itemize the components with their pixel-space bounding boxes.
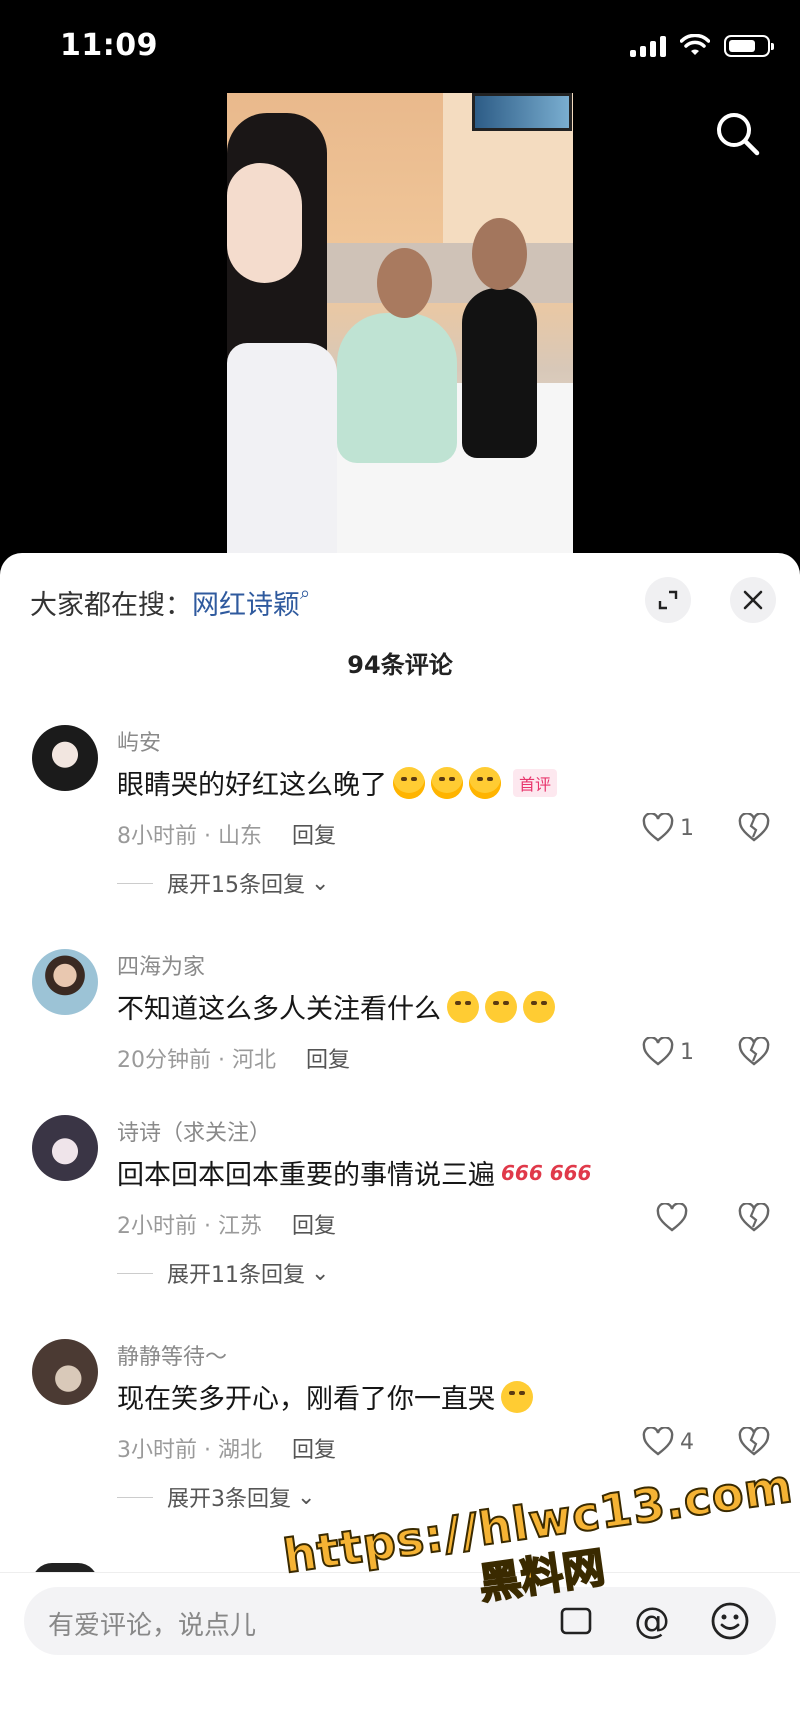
smiley-icon [711,1602,749,1640]
expand-icon [658,590,678,610]
comment-username[interactable]: 四海为家 [117,949,205,981]
crying-emoji-icon [469,766,501,799]
comment-meta: 2小时前 · 江苏 回复 [117,1214,336,1239]
comment-text: 回本回本回本重要的事情说三遍 666 666 [117,1160,592,1191]
small-search-icon: ⌕ [300,583,311,604]
expand-replies-button[interactable]: 展开3条回复 ⌄ [117,1481,315,1513]
image-button[interactable] [554,1599,598,1643]
grinning-emoji-icon [501,1380,533,1413]
mention-button[interactable]: @ [630,1599,674,1643]
first-comment-badge: 首评 [513,768,558,797]
person-black-shirt [462,288,537,458]
search-icon [717,113,760,156]
like-button[interactable]: 1 [642,1037,694,1067]
status-bar: 11:09 [0,0,800,92]
crying-emoji-icon [431,766,463,799]
emoji-button[interactable] [708,1599,752,1643]
like-count: 1 [680,1039,694,1065]
like-button[interactable] [656,1203,694,1233]
like-button[interactable]: 4 [642,1427,694,1457]
avatar[interactable] [32,1339,98,1405]
status-icons [630,34,774,58]
comment-text: 不知道这么多人关注看什么 [117,987,555,1026]
chevron-down-icon: ⌄ [297,1484,316,1510]
comment-text: 现在笑多开心，刚看了你一直哭 [117,1377,533,1416]
status-time: 11:09 [60,28,158,63]
video-player[interactable] [227,93,573,553]
image-icon [560,1607,592,1635]
hot-search-bar[interactable]: 大家都在搜：网红诗颖⌕ [30,583,310,622]
crying-emoji-icon [393,766,425,799]
search-button[interactable] [712,108,764,160]
dislike-button[interactable] [738,812,770,847]
person-green-jacket [337,313,457,463]
comment-meta: 20分钟前 · 河北 回复 [117,1048,350,1073]
comment-count: 94条评论 [347,651,453,679]
like-button[interactable]: 1 [642,813,694,843]
heart-icon [656,1203,688,1232]
comment-username[interactable]: 静静等待～ [117,1339,227,1371]
comment-username[interactable]: 屿安 [117,725,161,757]
laughing-crying-emoji-icon [485,990,517,1023]
hot-search-keyword[interactable]: 网红诗颖 [192,590,300,621]
heart-icon [642,1427,674,1456]
broken-heart-icon [738,1202,770,1232]
laughing-crying-emoji-icon [447,990,479,1023]
broken-heart-icon [738,1426,770,1456]
at-icon: @ [634,1600,670,1642]
chevron-down-icon: ⌄ [311,1260,330,1286]
expand-replies-button[interactable]: 展开11条回复 ⌄ [117,1257,329,1289]
laughing-crying-emoji-icon [523,990,555,1023]
comment-meta: 3小时前 · 湖北 回复 [117,1438,336,1463]
reply-button[interactable]: 回复 [306,1048,350,1073]
comment-input-bar: 有爱评论，说点儿 @ [0,1572,800,1732]
666-emoji-icon: 666 666 [501,1160,592,1185]
cellular-signal-icon [630,35,666,57]
like-count: 1 [680,815,694,841]
dislike-button[interactable] [738,1036,770,1071]
avatar[interactable] [32,949,98,1015]
reply-button[interactable]: 回复 [292,1438,336,1463]
like-count: 4 [680,1429,694,1455]
dislike-button[interactable] [738,1202,770,1237]
heart-icon [642,1037,674,1066]
avatar[interactable] [32,725,98,791]
battery-icon [724,35,774,57]
wifi-icon [680,34,710,55]
heart-icon [642,813,674,842]
broken-heart-icon [738,1036,770,1066]
fullscreen-button[interactable] [645,577,691,623]
comment-meta: 8小时前 · 山东 回复 [117,824,336,849]
close-icon [743,590,763,610]
broken-heart-icon [738,812,770,842]
hot-search-label: 大家都在搜： [30,590,192,621]
comment-input-placeholder: 有爱评论，说点儿 [48,1611,257,1641]
chevron-down-icon: ⌄ [311,870,330,896]
reply-button[interactable]: 回复 [292,1214,336,1239]
dislike-button[interactable] [738,1426,770,1461]
comment-text: 眼睛哭的好红这么晚了 首评 [117,763,558,802]
comments-sheet: 大家都在搜：网红诗颖⌕ 94条评论 屿安 眼睛哭的好红这么晚了 首评 8小时前 … [0,553,800,1731]
wall-painting [472,93,572,131]
comment-username[interactable]: 诗诗（求关注） [117,1115,271,1147]
comment-input[interactable]: 有爱评论，说点儿 @ [24,1587,776,1655]
expand-replies-button[interactable]: 展开15条回复 ⌄ [117,867,329,899]
close-button[interactable] [730,577,776,623]
reply-button[interactable]: 回复 [292,824,336,849]
avatar[interactable] [32,1115,98,1181]
